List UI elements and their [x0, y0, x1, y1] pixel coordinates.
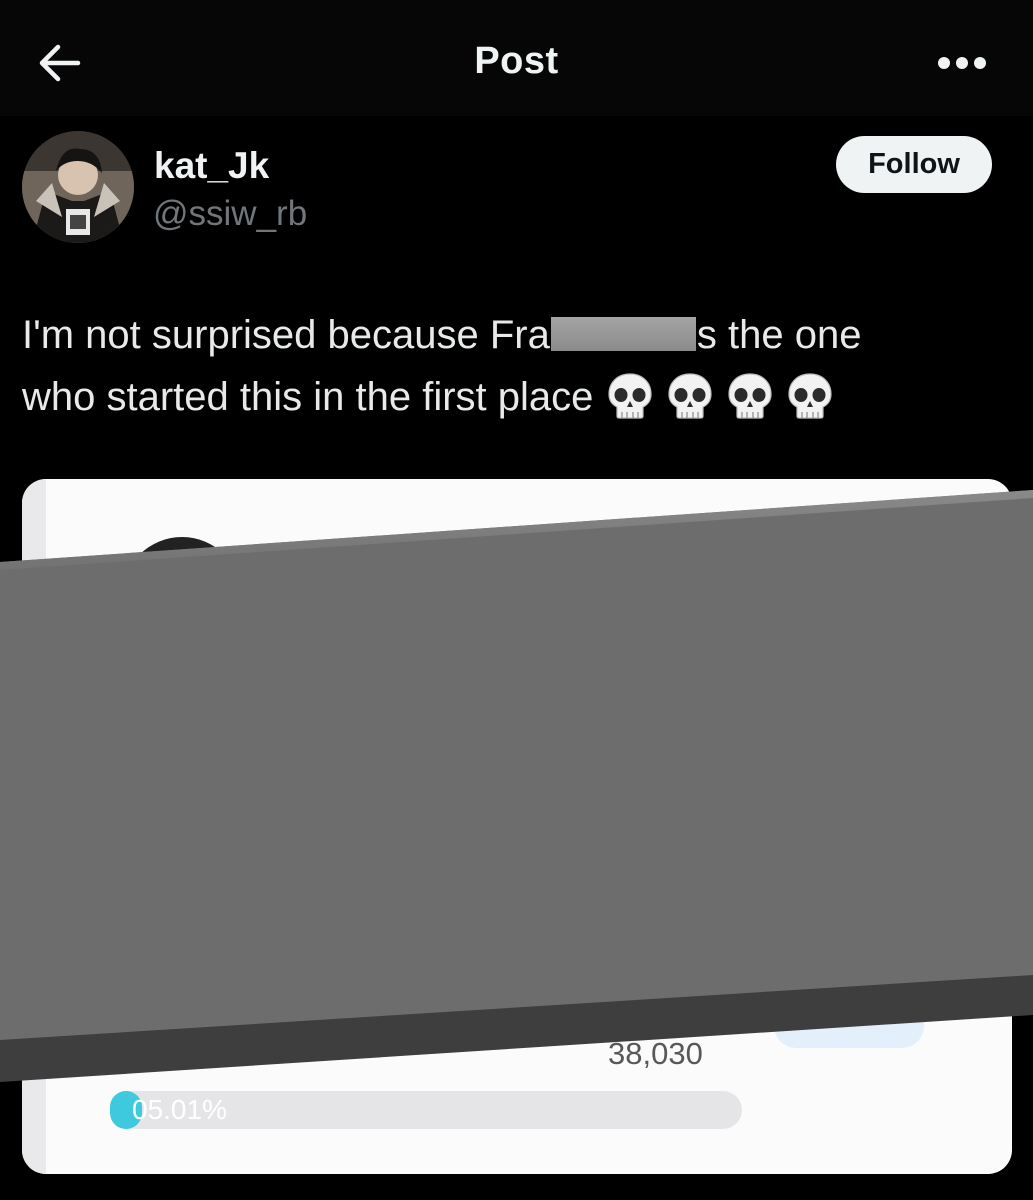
skull-emoji-icon — [787, 372, 833, 430]
media-card[interactable]: 38,030 05.01% — [22, 479, 1012, 1174]
post-text-line-1: I'm not surprised because Fra s the one — [22, 313, 861, 358]
skull-emoji-icon — [727, 372, 773, 430]
progress-bar: 05.01% — [110, 1091, 742, 1129]
profile-photo — [22, 131, 134, 243]
page-title: Post — [474, 40, 559, 82]
follow-button[interactable]: Follow — [836, 136, 992, 193]
more-horizontal-icon — [938, 57, 986, 69]
vote-button — [774, 1006, 924, 1048]
media-avatar — [122, 537, 242, 657]
emoji-group — [593, 373, 833, 419]
skull-emoji-icon — [607, 372, 653, 430]
post-text-line-2: who started this in the first place — [22, 372, 833, 430]
author-name[interactable]: kat_Jk — [154, 145, 269, 187]
skull-emoji-icon — [667, 372, 713, 430]
author-handle[interactable]: @ssiw_rb — [153, 194, 307, 234]
progress-label: 05.01% — [132, 1094, 227, 1125]
top-bar: Post — [0, 0, 1033, 116]
avatar[interactable] — [22, 131, 134, 243]
post-text-segment: I'm not surprised because Fra — [22, 313, 550, 357]
more-options-button[interactable] — [931, 44, 993, 82]
media-edge — [22, 479, 46, 1174]
post-text-segment: who started this in the first place — [22, 375, 594, 419]
vote-count: 38,030 — [608, 1036, 703, 1071]
inline-redaction — [550, 317, 696, 351]
post-text-segment: s the one — [696, 313, 862, 357]
